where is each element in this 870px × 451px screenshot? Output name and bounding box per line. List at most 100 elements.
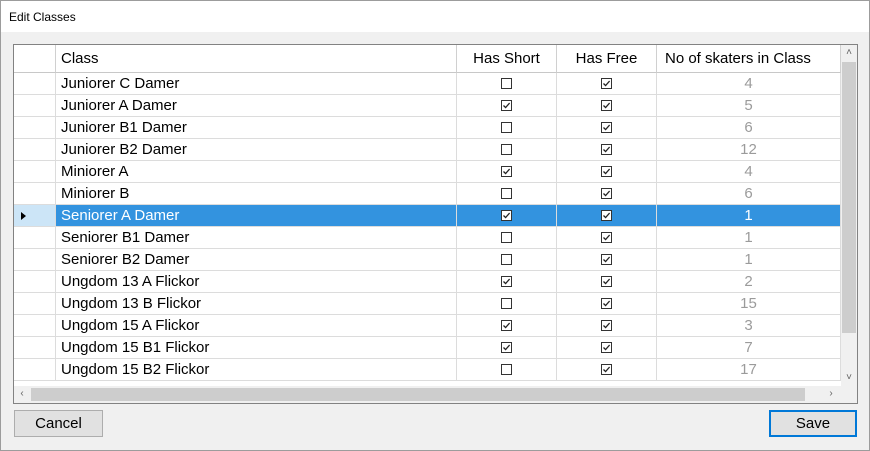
cancel-button[interactable]: Cancel [14, 410, 103, 437]
skater-count-cell: 1 [657, 227, 841, 249]
row-selector[interactable] [14, 337, 56, 359]
row-selector[interactable] [14, 293, 56, 315]
has-short-checkbox[interactable] [501, 166, 512, 177]
row-selector[interactable] [14, 315, 56, 337]
table-row[interactable]: Ungdom 13 B Flickor 15 [14, 293, 841, 315]
save-button[interactable]: Save [769, 410, 857, 437]
column-header-class[interactable]: Class [56, 45, 457, 73]
has-free-checkbox[interactable] [601, 320, 612, 331]
table-row[interactable]: Ungdom 15 A Flickor 3 [14, 315, 841, 337]
row-selector[interactable] [14, 139, 56, 161]
class-name-cell[interactable]: Seniorer B1 Damer [56, 227, 457, 249]
table-row[interactable]: Miniorer A 4 [14, 161, 841, 183]
table-row[interactable]: Seniorer B2 Damer 1 [14, 249, 841, 271]
column-header-has-short[interactable]: Has Short [457, 45, 557, 73]
has-free-checkbox[interactable] [601, 78, 612, 89]
class-name-cell[interactable]: Ungdom 15 B1 Flickor [56, 337, 457, 359]
has-short-checkbox[interactable] [501, 122, 512, 133]
edit-classes-window: Edit Classes Class Has Short Has Free No… [0, 0, 870, 451]
has-free-checkbox[interactable] [601, 188, 612, 199]
class-name-cell[interactable]: Miniorer A [56, 161, 457, 183]
has-free-checkbox[interactable] [601, 144, 612, 155]
has-short-cell [457, 205, 557, 227]
has-short-cell [457, 337, 557, 359]
has-short-checkbox[interactable] [501, 320, 512, 331]
has-short-checkbox[interactable] [501, 276, 512, 287]
has-short-checkbox[interactable] [501, 144, 512, 155]
has-short-checkbox[interactable] [501, 78, 512, 89]
vertical-scroll-thumb[interactable] [842, 62, 856, 333]
has-short-checkbox[interactable] [501, 364, 512, 375]
table-row[interactable]: Seniorer A Damer 1 [14, 205, 841, 227]
row-selector[interactable] [14, 161, 56, 183]
skater-count-cell: 6 [657, 117, 841, 139]
has-short-checkbox[interactable] [501, 100, 512, 111]
row-selector[interactable] [14, 227, 56, 249]
table-row[interactable]: Ungdom 15 B1 Flickor 7 [14, 337, 841, 359]
chevron-up-icon[interactable]: ˄ [841, 45, 857, 61]
class-name-cell[interactable]: Juniorer C Damer [56, 73, 457, 95]
class-name-cell[interactable]: Ungdom 15 B2 Flickor [56, 359, 457, 381]
has-short-checkbox[interactable] [501, 210, 512, 221]
row-selector[interactable] [14, 205, 56, 227]
header-selector [14, 45, 56, 73]
column-header-has-free[interactable]: Has Free [557, 45, 657, 73]
class-name-cell[interactable]: Juniorer B2 Damer [56, 139, 457, 161]
class-name-cell[interactable]: Juniorer B1 Damer [56, 117, 457, 139]
table-row[interactable]: Ungdom 13 A Flickor 2 [14, 271, 841, 293]
skater-count-cell: 4 [657, 73, 841, 95]
chevron-right-icon[interactable]: › [823, 386, 839, 402]
has-short-cell [457, 95, 557, 117]
table-row[interactable]: Seniorer B1 Damer 1 [14, 227, 841, 249]
skater-count-cell: 3 [657, 315, 841, 337]
class-name-cell[interactable]: Ungdom 13 A Flickor [56, 271, 457, 293]
has-free-checkbox[interactable] [601, 210, 612, 221]
row-selector[interactable] [14, 249, 56, 271]
table-row[interactable]: Miniorer B 6 [14, 183, 841, 205]
title-bar: Edit Classes [1, 1, 869, 32]
has-free-checkbox[interactable] [601, 254, 612, 265]
class-name-cell[interactable]: Ungdom 13 B Flickor [56, 293, 457, 315]
has-short-checkbox[interactable] [501, 188, 512, 199]
table-row[interactable]: Juniorer B1 Damer 6 [14, 117, 841, 139]
has-short-cell [457, 73, 557, 95]
table-row[interactable]: Juniorer B2 Damer 12 [14, 139, 841, 161]
has-free-checkbox[interactable] [601, 276, 612, 287]
chevron-down-icon[interactable]: ˅ [841, 370, 857, 386]
table-row[interactable]: Juniorer A Damer 5 [14, 95, 841, 117]
has-free-checkbox[interactable] [601, 364, 612, 375]
row-selector[interactable] [14, 183, 56, 205]
has-free-checkbox[interactable] [601, 100, 612, 111]
chevron-left-icon[interactable]: ‹ [14, 386, 30, 402]
has-short-checkbox[interactable] [501, 298, 512, 309]
horizontal-scroll-thumb[interactable] [31, 388, 805, 401]
class-name-cell[interactable]: Juniorer A Damer [56, 95, 457, 117]
has-short-checkbox[interactable] [501, 342, 512, 353]
table-row[interactable]: Juniorer C Damer 4 [14, 73, 841, 95]
has-free-checkbox[interactable] [601, 298, 612, 309]
row-selector[interactable] [14, 271, 56, 293]
vertical-scrollbar[interactable]: ˄ ˅ [841, 45, 857, 386]
has-free-cell [557, 183, 657, 205]
has-free-cell [557, 271, 657, 293]
skater-count-cell: 6 [657, 183, 841, 205]
row-selector[interactable] [14, 117, 56, 139]
has-short-checkbox[interactable] [501, 254, 512, 265]
grid-header: Class Has Short Has Free No of skaters i… [14, 45, 841, 73]
table-row[interactable]: Ungdom 15 B2 Flickor 17 [14, 359, 841, 381]
class-name-cell[interactable]: Seniorer A Damer [56, 205, 457, 227]
row-selector[interactable] [14, 359, 56, 381]
row-selector[interactable] [14, 73, 56, 95]
horizontal-scrollbar[interactable]: ‹ › [14, 386, 857, 403]
has-free-checkbox[interactable] [601, 342, 612, 353]
class-name-cell[interactable]: Ungdom 15 A Flickor [56, 315, 457, 337]
has-short-checkbox[interactable] [501, 232, 512, 243]
row-selector[interactable] [14, 95, 56, 117]
has-free-checkbox[interactable] [601, 166, 612, 177]
has-free-checkbox[interactable] [601, 232, 612, 243]
has-free-checkbox[interactable] [601, 122, 612, 133]
class-name-cell[interactable]: Seniorer B2 Damer [56, 249, 457, 271]
class-name-cell[interactable]: Miniorer B [56, 183, 457, 205]
classes-grid[interactable]: Class Has Short Has Free No of skaters i… [13, 44, 858, 404]
column-header-skater-count[interactable]: No of skaters in Class [657, 45, 841, 73]
